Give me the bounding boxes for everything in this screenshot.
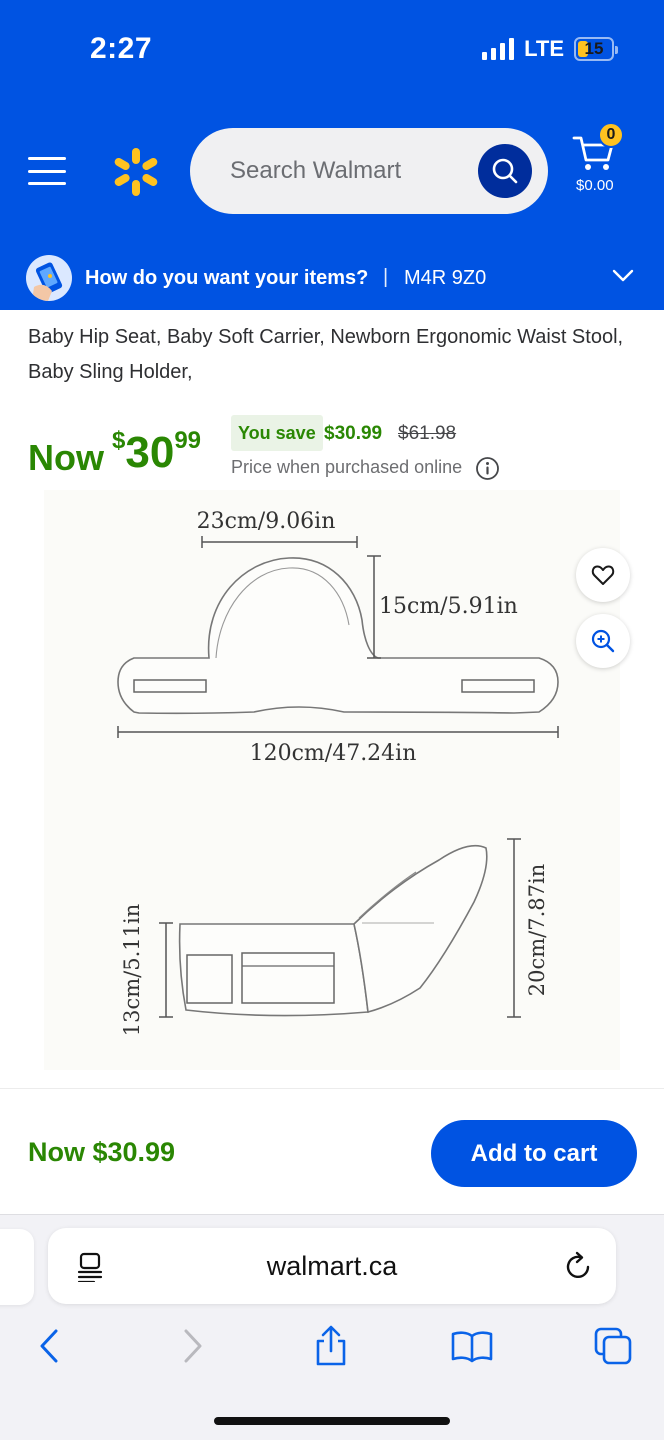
share-button[interactable] <box>309 1324 353 1368</box>
info-icon[interactable] <box>475 456 500 481</box>
you-save-badge: You save <box>231 415 323 451</box>
product-dimension-diagram: 23cm/9.06in 15cm/5.91in 120cm/47.24in 13… <box>117 509 559 1036</box>
header-bar: 2:27 LTE 15 Search Walmart 0 $0.00 How d… <box>0 0 664 310</box>
product-title: Baby Hip Seat, Baby Soft Carrier, Newbor… <box>28 326 624 383</box>
book-icon <box>451 1331 493 1363</box>
delivery-prompt: How do you want your items? <box>85 267 369 289</box>
search-icon <box>492 158 518 184</box>
walmart-spark-logo[interactable] <box>110 146 162 198</box>
price-cents: 99 <box>174 427 202 454</box>
chevron-left-icon <box>40 1329 58 1363</box>
current-price: Now $ 30 99 <box>28 425 201 479</box>
home-indicator[interactable] <box>214 1417 450 1425</box>
dim-seat-height-label: 13cm/5.11in <box>120 904 144 1036</box>
dim-length-label: 120cm/47.24in <box>250 741 417 766</box>
network-type: LTE <box>524 36 564 61</box>
battery-level: 15 <box>584 39 604 58</box>
price-currency: $ <box>112 427 126 454</box>
tabs-button[interactable] <box>591 1324 635 1368</box>
cart-count-badge: 0 <box>598 122 624 148</box>
bookmarks-button[interactable] <box>450 1324 494 1368</box>
cart-total: $0.00 <box>576 177 614 194</box>
favorite-button[interactable] <box>576 548 630 602</box>
postal-code: M4R 9Z0 <box>404 267 487 289</box>
add-to-cart-button[interactable]: Add to cart <box>431 1120 637 1187</box>
forward-button[interactable] <box>171 1324 215 1368</box>
tabs-icon <box>594 1327 632 1365</box>
dim-width-top-label: 23cm/9.06in <box>197 509 336 534</box>
now-label: Now <box>28 437 104 478</box>
sticky-add-to-cart-bar: Now $30.99 Add to cart <box>0 1088 664 1214</box>
cart-button[interactable]: 0 $0.00 <box>566 120 626 198</box>
delivery-phone-icon <box>26 255 72 301</box>
back-button[interactable] <box>27 1324 71 1368</box>
chevron-down-icon <box>612 269 634 282</box>
was-price: $61.98 <box>398 423 457 444</box>
address-bar[interactable]: walmart.ca <box>48 1228 616 1304</box>
browser-toolbar: walmart.ca <box>0 1214 664 1440</box>
reload-icon[interactable] <box>564 1250 594 1282</box>
delivery-selector[interactable]: How do you want your items? | M4R 9Z0 <box>0 247 664 310</box>
savings-amount: $30.99 <box>324 423 383 444</box>
dim-height-top-label: 15cm/5.91in <box>379 594 518 619</box>
hamburger-menu-icon[interactable] <box>28 157 66 185</box>
heart-icon <box>591 565 615 585</box>
price-whole: 30 <box>125 428 175 477</box>
previous-tab-edge[interactable] <box>0 1229 34 1305</box>
status-time: 2:27 <box>90 32 153 65</box>
share-icon <box>316 1325 346 1366</box>
status-indicators: LTE 15 <box>482 36 618 62</box>
dim-side-height-label: 20cm/7.87in <box>525 864 549 996</box>
url-text: walmart.ca <box>266 1251 398 1281</box>
battery-icon: 15 <box>574 37 618 61</box>
zoom-in-icon <box>591 629 615 653</box>
search-button[interactable] <box>478 144 532 198</box>
delivery-separator: | <box>383 266 389 288</box>
chevron-right-icon <box>184 1329 202 1363</box>
zoom-button[interactable] <box>576 614 630 668</box>
product-image[interactable]: 23cm/9.06in 15cm/5.91in 120cm/47.24in 13… <box>44 490 620 1070</box>
signal-strength-icon <box>482 38 515 60</box>
sticky-price: Now $30.99 <box>28 1137 176 1167</box>
search-bar <box>190 128 548 214</box>
online-price-note: Price when purchased online <box>231 457 463 477</box>
